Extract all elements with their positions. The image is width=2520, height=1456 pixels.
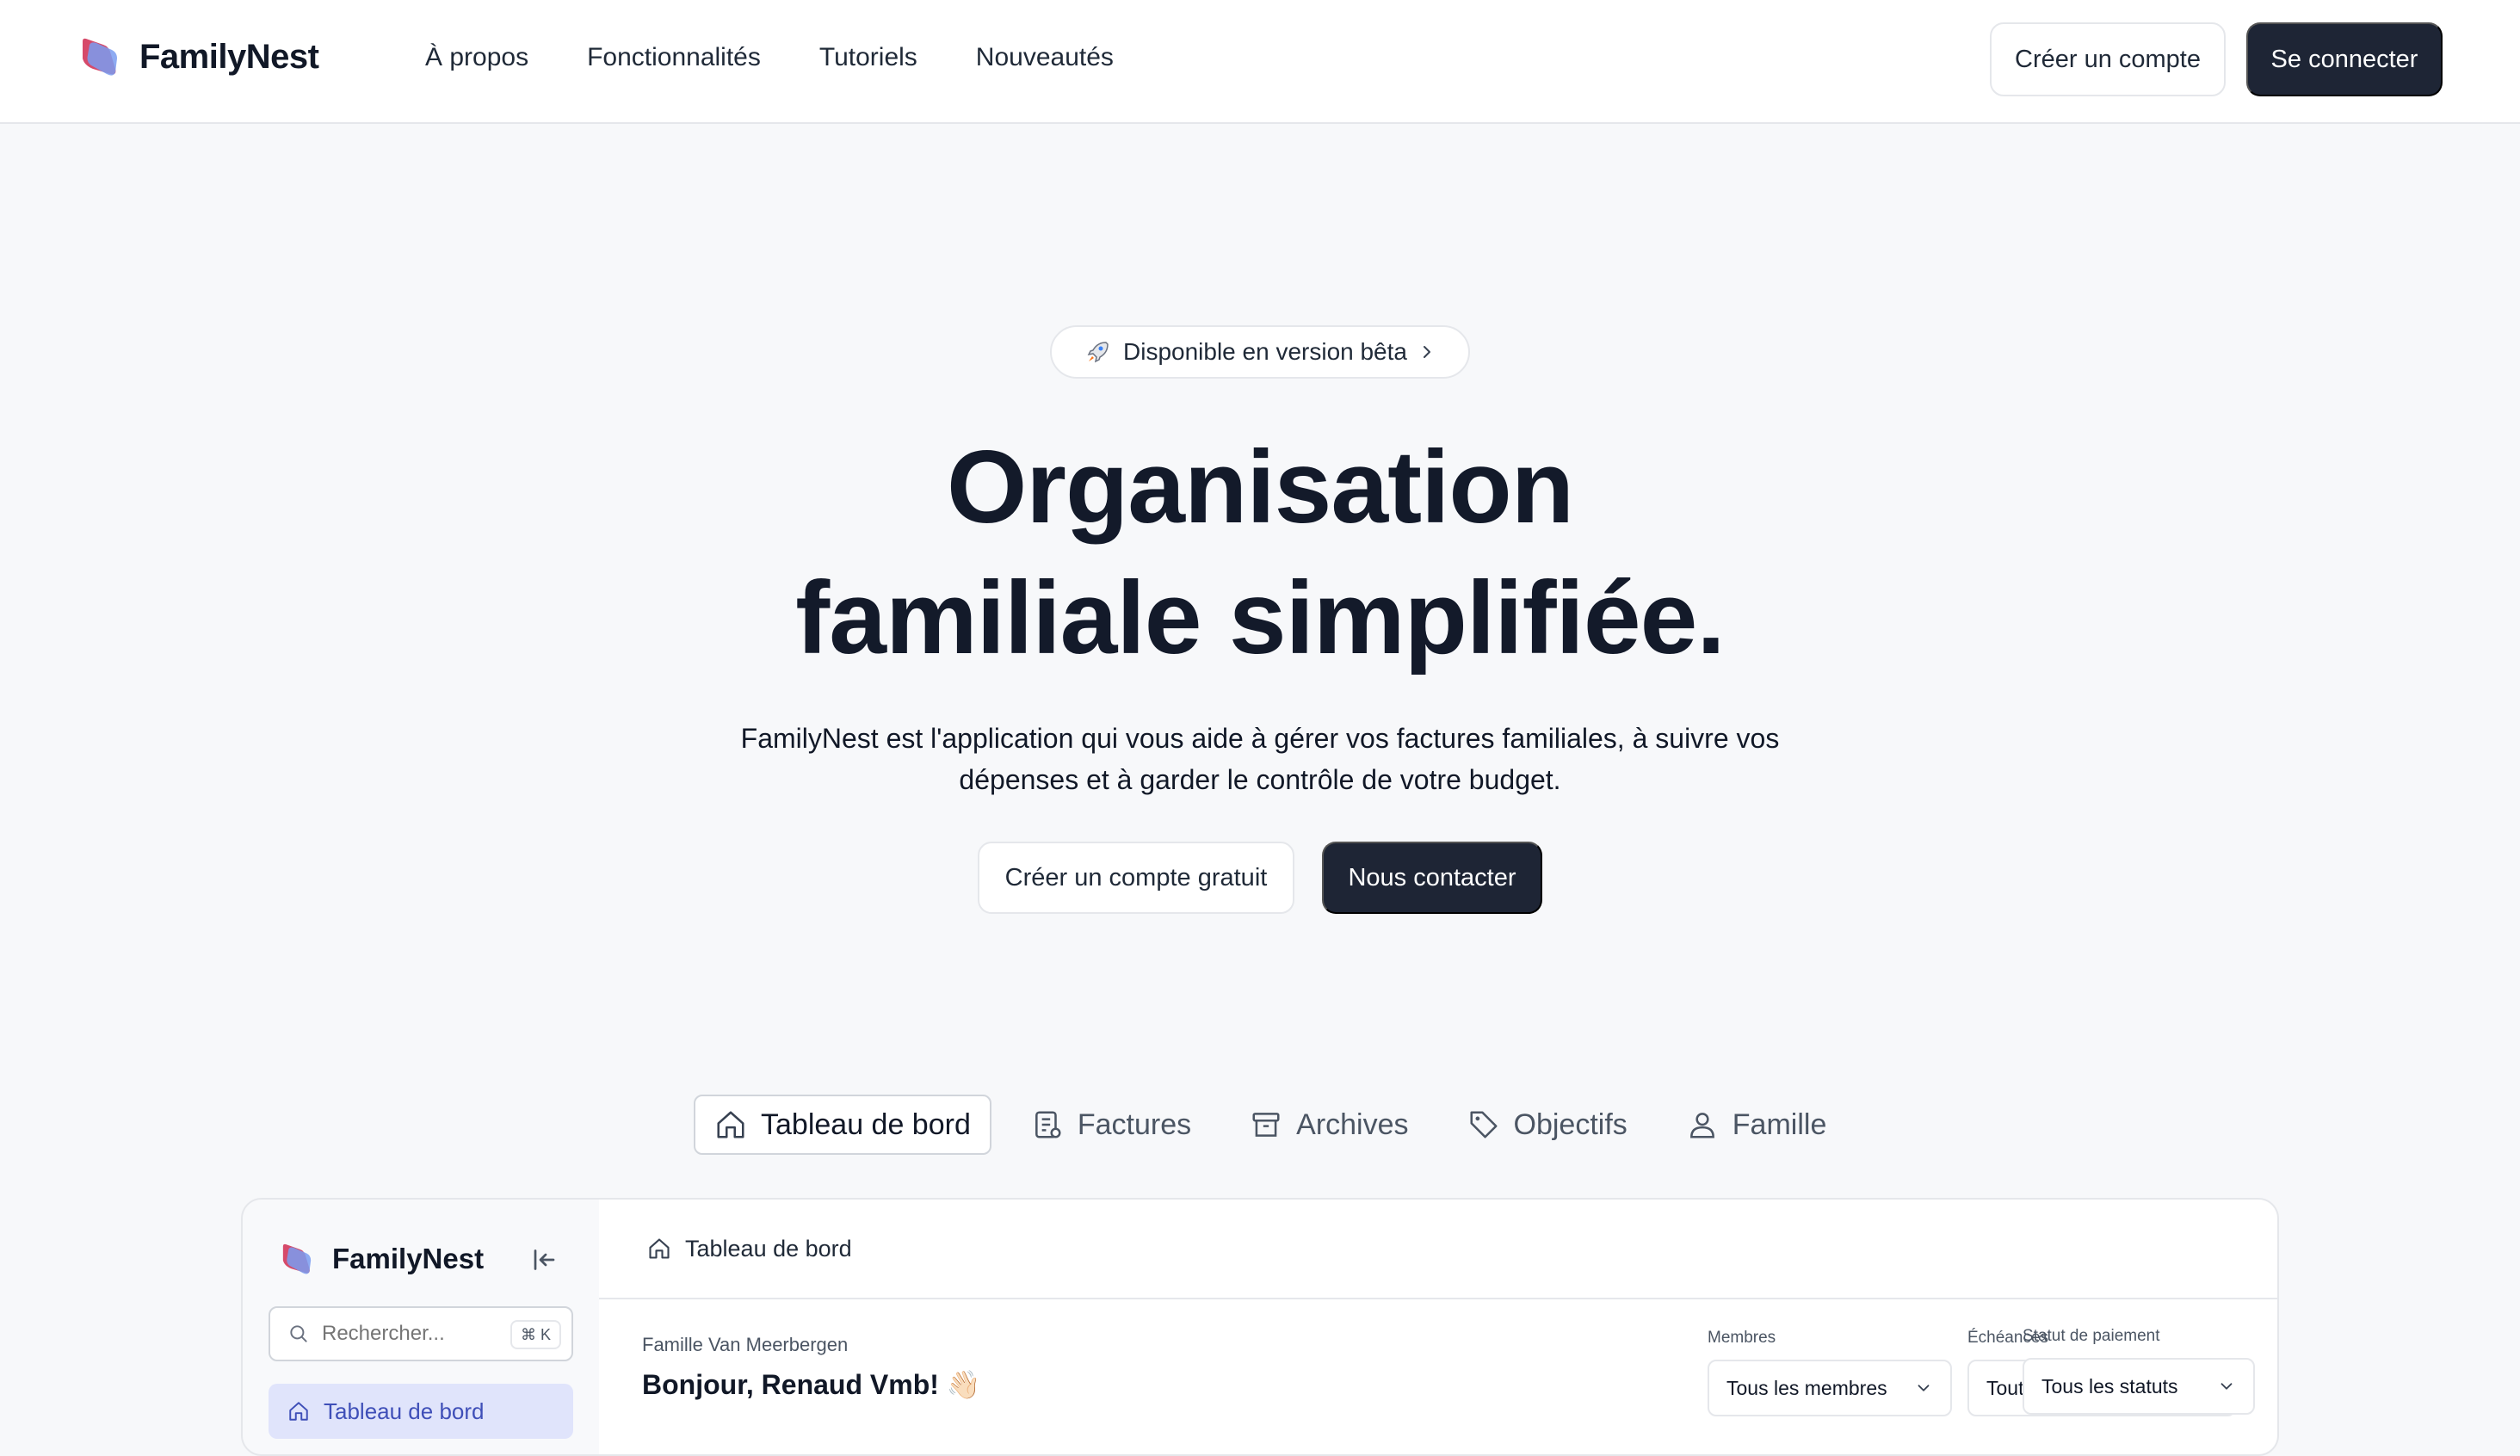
main-nav-links: À propos Fonctionnalités Tutoriels Nouve… [425, 43, 1172, 72]
chevron-right-icon [1423, 346, 1430, 358]
filter-payment-status-panel: Statut de paiement Tous les statuts [2023, 1327, 2255, 1415]
contact-us-button[interactable]: Nous contacter [1322, 842, 1542, 914]
search-icon [290, 1325, 307, 1342]
user-icon [1689, 1113, 1714, 1138]
chevron-down-icon [2220, 1383, 2233, 1390]
sidebar-item-dashboard[interactable]: Tableau de bord [269, 1384, 573, 1439]
nav-link-about[interactable]: À propos [425, 43, 528, 72]
hero-subtitle: FamilyNest est l'application qui vous ai… [740, 723, 1780, 795]
home-icon [289, 1402, 308, 1421]
nav-link-news[interactable]: Nouveautés [976, 43, 1114, 72]
select-value: Tous les membres [1726, 1376, 1887, 1399]
tab-label: Archives [1296, 1107, 1409, 1141]
tab-label: Factures [1077, 1107, 1192, 1141]
beta-pill-label: Disponible en version bêta [1123, 338, 1407, 365]
tab-family[interactable]: Famille [1667, 1095, 1846, 1155]
brand-name: FamilyNest [139, 37, 319, 76]
chevron-down-icon [1918, 1385, 1930, 1391]
tab-label: Tableau de bord [761, 1107, 971, 1141]
top-navbar: FamilyNest À propos Fonctionnalités Tuto… [0, 0, 2520, 124]
search-input[interactable] [322, 1322, 503, 1346]
members-select[interactable]: Tous les membres [1708, 1360, 1952, 1416]
filter-members: Membres Tous les membres [1708, 1329, 1952, 1416]
breadcrumb: Tableau de bord [599, 1200, 2277, 1299]
select-value: Tous les statuts [2041, 1374, 2178, 1397]
create-account-button[interactable]: Créer un compte [1990, 22, 2226, 96]
greeting-heading: Bonjour, Renaud Vmb! 👋🏻 [642, 1369, 981, 1400]
receipt-icon [1035, 1111, 1061, 1138]
sidebar-search[interactable]: ⌘ K [269, 1306, 573, 1361]
hero-title-line-1: Organisation [946, 429, 1574, 545]
breadcrumb-title: Tableau de bord [685, 1235, 852, 1262]
sidebar-brand-name: FamilyNest [332, 1243, 485, 1274]
filter-label: Membres [1708, 1329, 1776, 1347]
tab-goals[interactable]: Objectifs [1448, 1095, 1646, 1155]
tab-label: Famille [1732, 1107, 1827, 1141]
home-icon [649, 1238, 670, 1259]
familynest-logo-icon [83, 38, 117, 76]
brand-logo-link[interactable]: FamilyNest [77, 34, 319, 79]
nav-link-tutorials[interactable]: Tutoriels [819, 43, 917, 72]
sidebar-brand[interactable]: FamilyNest [279, 1241, 484, 1277]
filter-label: Statut de paiement [2023, 1327, 2160, 1345]
create-free-account-button[interactable]: Créer un compte gratuit [978, 842, 1294, 914]
app-preview-window: FamilyNest ⌘ K Tableau de bord Tableau d… [241, 1198, 2279, 1456]
rocket-icon [1087, 342, 1109, 363]
nav-link-features[interactable]: Fonctionnalités [587, 43, 761, 72]
collapse-sidebar-icon[interactable] [530, 1244, 561, 1275]
tag-icon [1469, 1111, 1498, 1138]
tab-invoices[interactable]: Factures [1012, 1095, 1210, 1155]
family-name-label: Famille Van Meerbergen [642, 1334, 849, 1355]
home-icon [717, 1111, 744, 1138]
tab-label: Objectifs [1513, 1107, 1628, 1141]
search-shortcut-badge: ⌘ K [510, 1320, 561, 1349]
sign-in-button[interactable]: Se connecter [2246, 22, 2443, 96]
hero-title-line-2: familiale simplifiée. [795, 560, 1725, 676]
hero-title: Organisation familiale simplifiée. [0, 422, 2520, 683]
beta-announcement-pill[interactable]: Disponible en version bêta [1050, 325, 1470, 379]
archive-icon [1252, 1113, 1280, 1137]
familynest-logo-icon [282, 1243, 312, 1274]
tab-dashboard[interactable]: Tableau de bord [694, 1095, 991, 1155]
tab-archives[interactable]: Archives [1231, 1095, 1427, 1155]
preview-sidebar: FamilyNest ⌘ K Tableau de bord [243, 1200, 599, 1454]
payment-status-select[interactable]: Tous les statuts [2023, 1358, 2255, 1415]
sidebar-item-label: Tableau de bord [324, 1397, 485, 1424]
feature-tabs: Tableau de bord Factures Archives Object… [694, 1095, 1866, 1155]
